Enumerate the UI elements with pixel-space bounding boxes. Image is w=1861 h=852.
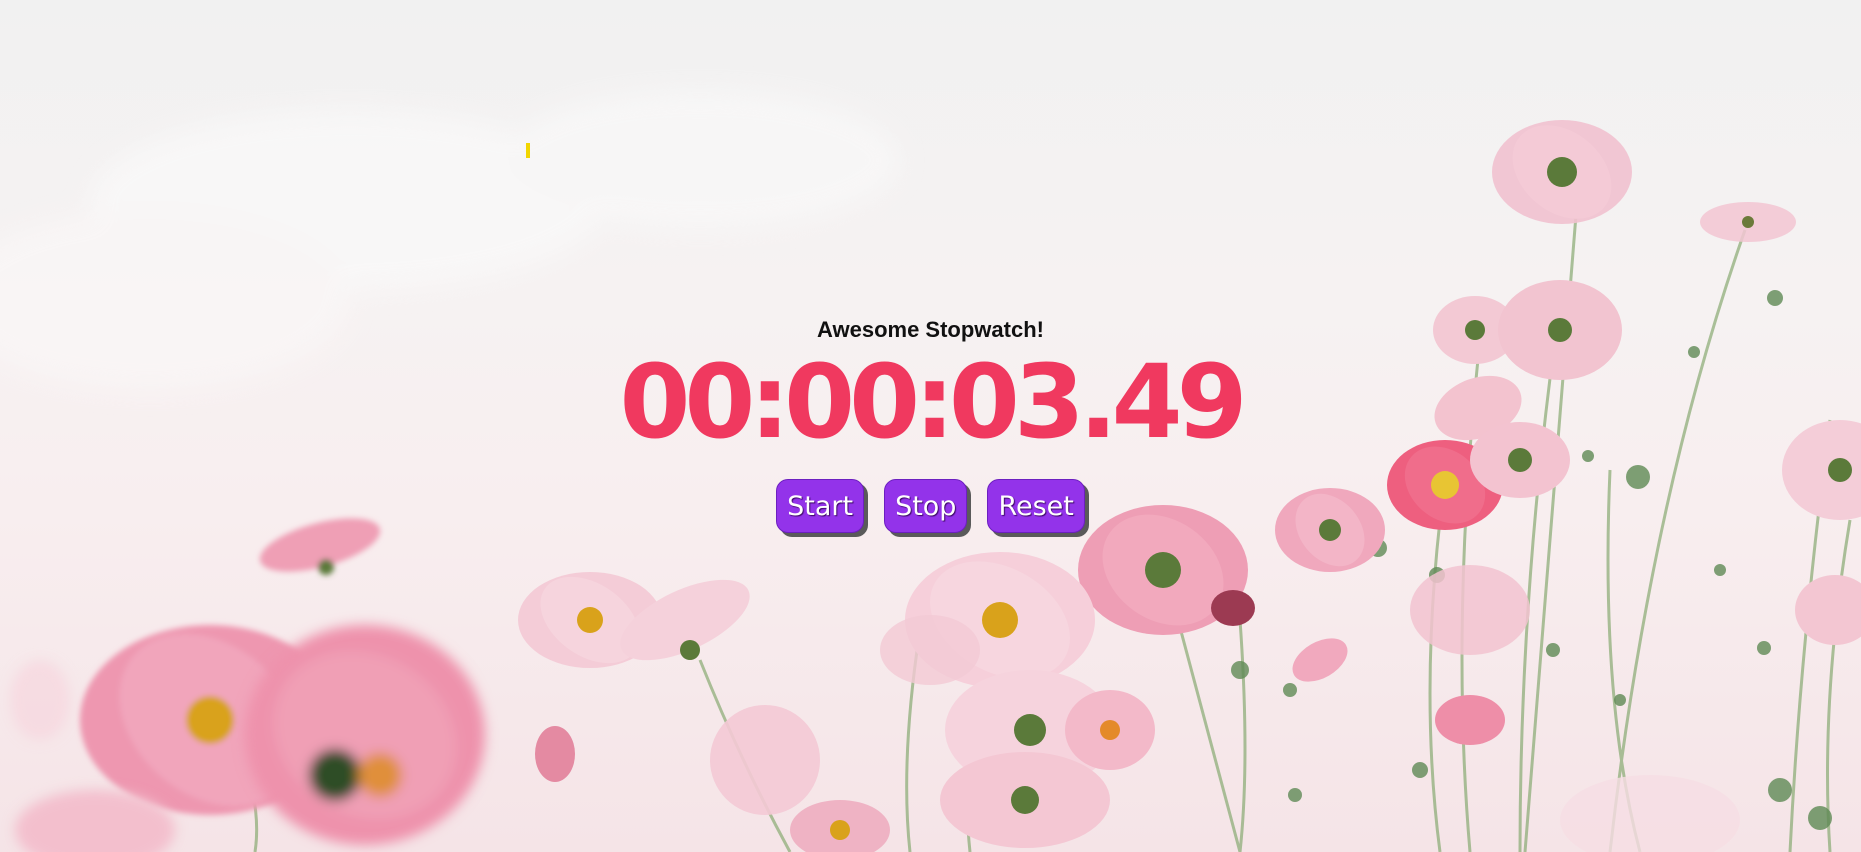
reset-button[interactable]: Reset <box>987 479 1085 533</box>
text-cursor-mark <box>526 143 530 158</box>
stopwatch-panel: Awesome Stopwatch! 00:00:03.49 Start Sto… <box>0 315 1861 533</box>
stopwatch-controls: Start Stop Reset <box>0 479 1861 533</box>
start-button[interactable]: Start <box>776 479 865 533</box>
app-title: Awesome Stopwatch! <box>817 317 1044 342</box>
timer-display: 00:00:03.49 <box>619 343 1247 462</box>
stop-button[interactable]: Stop <box>884 479 968 533</box>
